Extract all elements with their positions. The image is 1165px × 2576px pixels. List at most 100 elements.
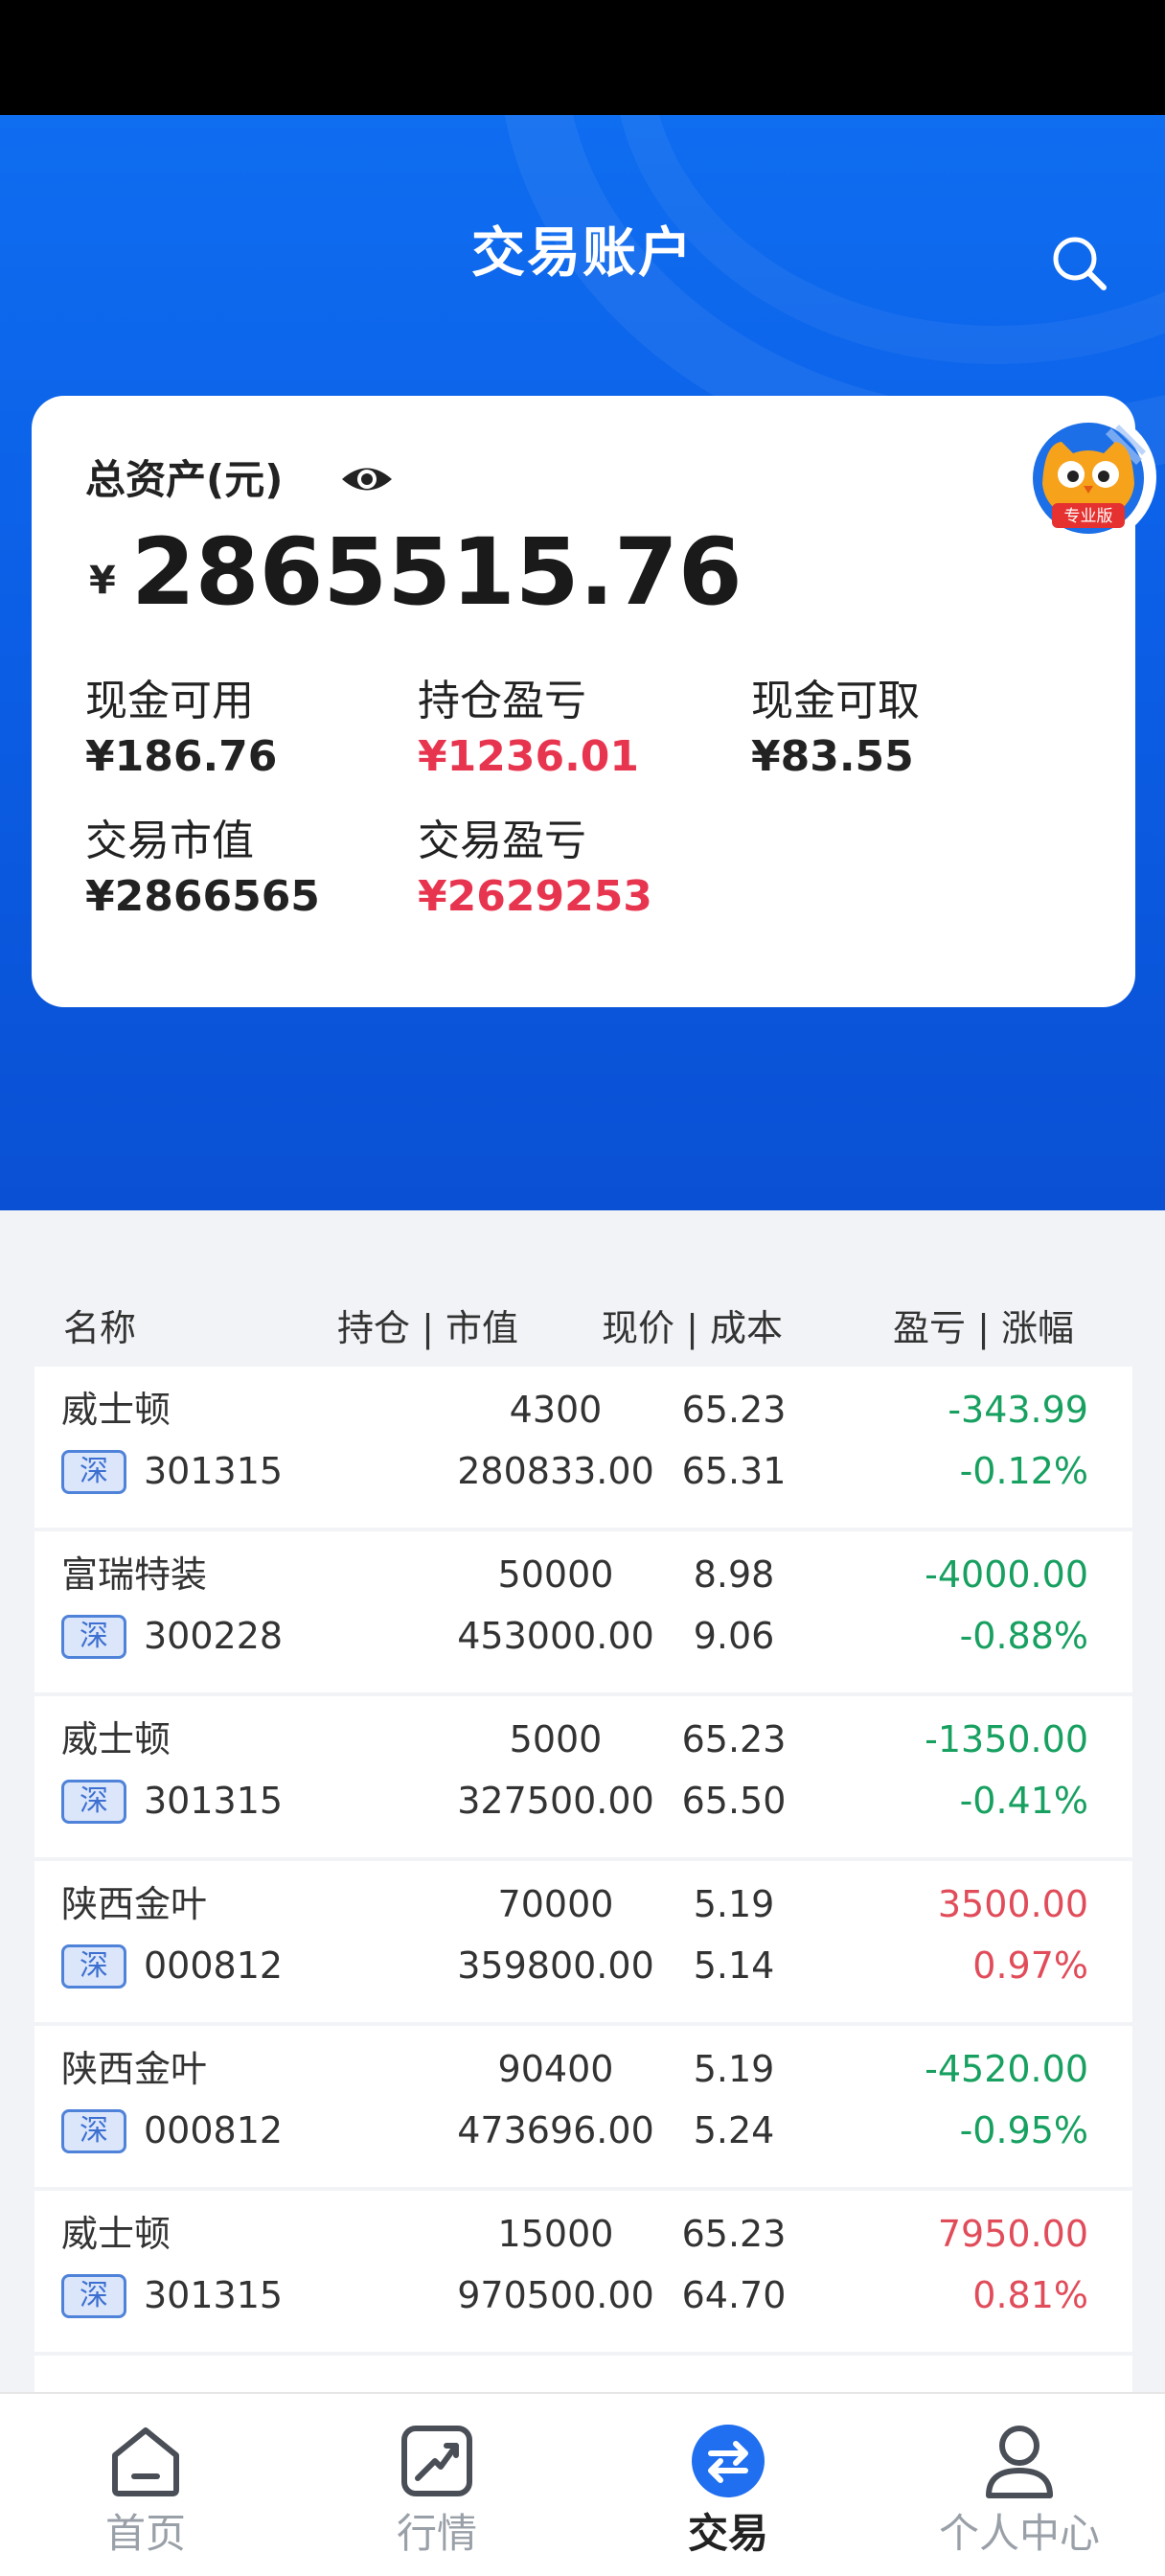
tab-trade[interactable]: 交易 — [582, 2394, 874, 2576]
market-tag: 深 — [61, 1944, 126, 1989]
pnl-amount: -4000.00 — [925, 1553, 1088, 1596]
current-price: 5.19 — [693, 2048, 775, 2090]
col-header-pnl: 盈亏 | 涨幅 — [893, 1307, 1074, 1349]
currency-symbol: ¥ — [89, 559, 116, 603]
chart-icon — [401, 2426, 472, 2496]
stock-name: 陕西金叶 — [61, 2048, 208, 2090]
table-row[interactable]: 陕西金叶 深 000812 70000 359800.00 5.19 5.14 … — [34, 1861, 1132, 2022]
market-value: 453000.00 — [457, 1615, 654, 1657]
pnl-amount: 3500.00 — [937, 1883, 1088, 1925]
stock-name: 富瑞特装 — [61, 1553, 208, 1596]
market-value: 359800.00 — [457, 1944, 654, 1987]
current-price: 5.19 — [693, 1883, 775, 1925]
stock-name: 威士顿 — [61, 2213, 171, 2255]
tab-profile[interactable]: 个人中心 — [874, 2394, 1165, 2576]
pnl-amount: -343.99 — [948, 1389, 1088, 1431]
stat-position-pnl: 持仓盈亏 ¥1236.01 — [418, 674, 639, 785]
col-header-position: 持仓 | 市值 — [337, 1307, 518, 1349]
stat-value: ¥1236.01 — [418, 732, 640, 781]
stat-label: 现金可用 — [85, 677, 254, 725]
cost-price: 5.14 — [693, 1944, 775, 1987]
cost-price: 65.50 — [681, 1780, 787, 1822]
table-row-partial — [34, 2356, 1132, 2394]
tab-label: 交易 — [687, 2510, 768, 2557]
col-header-price: 现价 | 成本 — [602, 1307, 783, 1349]
stock-code: 301315 — [144, 1780, 284, 1822]
stock-name: 陕西金叶 — [61, 1883, 208, 1925]
position-qty: 70000 — [497, 1883, 614, 1925]
tab-label: 行情 — [396, 2510, 477, 2557]
table-row[interactable]: 威士顿 深 301315 15000 970500.00 65.23 64.70… — [34, 2191, 1132, 2352]
col-header-name: 名称 — [63, 1307, 137, 1349]
table-row[interactable]: 威士顿 深 301315 4300 280833.00 65.23 65.31 … — [34, 1367, 1132, 1528]
table-row[interactable]: 威士顿 深 301315 5000 327500.00 65.23 65.50 … — [34, 1696, 1132, 1857]
market-value: 970500.00 — [457, 2274, 654, 2316]
person-icon — [986, 2426, 1053, 2498]
position-qty: 4300 — [509, 1389, 603, 1431]
stock-code: 000812 — [144, 1944, 284, 1987]
cost-price: 65.31 — [681, 1450, 787, 1492]
table-row[interactable]: 陕西金叶 深 000812 90400 473696.00 5.19 5.24 … — [34, 2026, 1132, 2187]
asset-summary-card: 总资产(元) ¥ 2865515.76 现金可用 ¥186.76 持仓盈亏 ¥1… — [32, 396, 1135, 1007]
holdings-list: 威士顿 深 301315 4300 280833.00 65.23 65.31 … — [34, 1367, 1132, 2398]
badge-label: 专业版 — [1064, 507, 1113, 526]
stat-label: 交易盈亏 — [418, 816, 586, 865]
table-row[interactable]: 富瑞特装 深 300228 50000 453000.00 8.98 9.06 … — [34, 1531, 1132, 1692]
current-price: 8.98 — [693, 1553, 775, 1596]
stat-value: ¥2629253 — [418, 872, 652, 921]
pnl-amount: -4520.00 — [925, 2048, 1088, 2090]
stat-label: 持仓盈亏 — [418, 677, 586, 725]
stat-value: ¥186.76 — [85, 732, 278, 781]
market-value: 280833.00 — [457, 1450, 654, 1492]
page-title: 交易账户 — [471, 222, 694, 285]
market-tag: 深 — [61, 2109, 126, 2153]
total-assets-value: 2865515.76 — [131, 518, 742, 626]
stat-label: 现金可取 — [751, 677, 920, 725]
pnl-percent: -0.88% — [959, 1615, 1088, 1657]
stat-cash-available: 现金可用 ¥186.76 — [85, 674, 277, 785]
pnl-amount: 7950.00 — [937, 2213, 1088, 2255]
tab-label: 首页 — [104, 2510, 186, 2557]
stat-market-value: 交易市值 ¥2866565 — [85, 814, 320, 925]
cost-price: 9.06 — [693, 1615, 775, 1657]
stock-name: 威士顿 — [61, 1718, 171, 1760]
pnl-percent: 0.81% — [972, 2274, 1088, 2316]
market-tag: 深 — [61, 1450, 126, 1494]
bottom-tab-bar: 首页 行情 交易 个人中心 — [0, 2392, 1165, 2576]
cost-price: 5.24 — [693, 2109, 775, 2151]
pnl-percent: -0.12% — [959, 1450, 1088, 1492]
eye-icon[interactable] — [338, 455, 396, 503]
pnl-amount: -1350.00 — [925, 1718, 1088, 1760]
stat-value: ¥83.55 — [751, 732, 914, 781]
tab-market[interactable]: 行情 — [291, 2394, 582, 2576]
position-qty: 15000 — [497, 2213, 614, 2255]
stock-code: 300228 — [144, 1615, 284, 1657]
stat-cash-withdrawable: 现金可取 ¥83.55 — [751, 674, 920, 785]
holdings-table-header: 名称 持仓 | 市值 现价 | 成本 盈亏 | 涨幅 — [34, 1279, 1132, 1364]
stock-name: 威士顿 — [61, 1389, 171, 1431]
status-bar — [0, 0, 1165, 115]
market-value: 473696.00 — [457, 2109, 654, 2151]
owl-pro-badge-icon[interactable]: 专业版 — [1023, 409, 1159, 545]
search-icon[interactable] — [1046, 230, 1113, 297]
market-tag: 深 — [61, 1780, 126, 1824]
market-tag: 深 — [61, 1615, 126, 1659]
current-price: 65.23 — [681, 2213, 787, 2255]
current-price: 65.23 — [681, 1718, 787, 1760]
tab-label: 个人中心 — [938, 2510, 1100, 2557]
exchange-icon — [692, 2425, 765, 2497]
position-qty: 50000 — [497, 1553, 614, 1596]
position-qty: 90400 — [497, 2048, 614, 2090]
stat-trade-pnl: 交易盈亏 ¥2629253 — [418, 814, 652, 925]
pnl-percent: -0.41% — [959, 1780, 1088, 1822]
pnl-percent: -0.95% — [959, 2109, 1088, 2151]
market-value: 327500.00 — [457, 1780, 654, 1822]
current-price: 65.23 — [681, 1389, 787, 1431]
position-qty: 5000 — [509, 1718, 603, 1760]
stock-code: 301315 — [144, 2274, 284, 2316]
tab-home[interactable]: 首页 — [0, 2394, 291, 2576]
home-icon — [112, 2427, 179, 2496]
market-tag: 深 — [61, 2274, 126, 2318]
total-assets-label: 总资产(元) — [85, 456, 284, 503]
stat-value: ¥2866565 — [85, 872, 320, 921]
